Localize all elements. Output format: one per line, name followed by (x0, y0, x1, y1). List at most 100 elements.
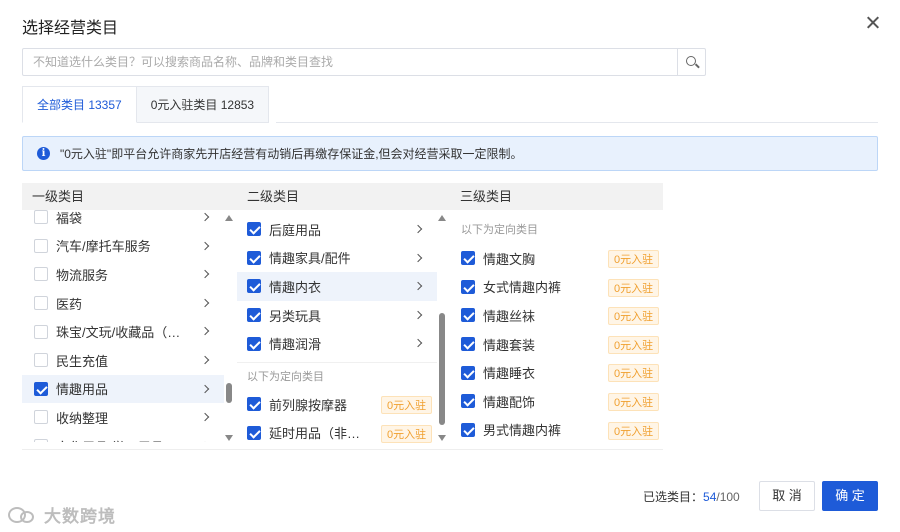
level3-item[interactable]: 女式情趣内裤 0元入驻 (450, 273, 663, 302)
chevron-right-icon[interactable] (200, 241, 210, 250)
category-checkbox[interactable] (247, 397, 261, 412)
level2-directed-item[interactable]: 前列腺按摩器 0元入驻 (237, 390, 437, 419)
category-checkbox[interactable] (247, 250, 261, 265)
chevron-right-icon[interactable] (200, 298, 210, 308)
category-checkbox[interactable] (461, 251, 475, 266)
category-checkbox[interactable] (461, 337, 475, 352)
cancel-button[interactable]: 取 消 (759, 481, 815, 511)
watermark-text: 大数跨境 (44, 507, 116, 526)
category-label: 情趣文胸 (483, 251, 536, 267)
category-checkbox[interactable] (34, 353, 48, 368)
category-checkbox[interactable] (34, 410, 48, 425)
level1-item[interactable]: 福袋 (22, 203, 224, 232)
level2-item[interactable]: 后庭用品 (237, 215, 437, 244)
level3-item[interactable]: 情趣文胸 0元入驻 (450, 244, 663, 273)
category-checkbox[interactable] (247, 279, 261, 294)
level2-scrollbar[interactable] (437, 210, 447, 449)
level3-list: 以下为定向类目 情趣文胸 0元入驻 女式情趣内裤 0元入驻 情趣丝袜 0元入驻 情趣套装 0元入… (450, 216, 663, 455)
category-checkbox[interactable] (247, 425, 261, 440)
category-label: 民生充值 (56, 353, 109, 369)
category-checkbox[interactable] (461, 279, 475, 294)
category-checkbox[interactable] (34, 296, 48, 311)
zero-deposit-badge: 0元入驻 (381, 395, 433, 414)
columns-divider (22, 449, 663, 450)
level1-item[interactable]: 珠宝/文玩/收藏品（定... (22, 317, 224, 346)
category-label: 情趣套装 (483, 337, 536, 353)
zero-deposit-badge: 0元入驻 (608, 250, 660, 268)
level2-item[interactable]: 情趣内衣 (237, 272, 437, 301)
scroll-down-icon[interactable] (225, 435, 233, 441)
category-checkbox[interactable] (34, 381, 48, 396)
category-checkbox[interactable] (247, 222, 261, 237)
category-label: 情趣家具/配件 (269, 251, 351, 267)
category-label: 延时用品（非药... (269, 426, 369, 442)
level1-item[interactable]: 汽车/摩托车服务 (22, 232, 224, 261)
confirm-button[interactable]: 确 定 (822, 481, 878, 511)
category-label: 汽车/摩托车服务 (56, 239, 151, 255)
selected-total: /100 (716, 490, 740, 504)
level1-item[interactable]: 物流服务 (22, 260, 224, 289)
chevron-right-icon[interactable] (413, 281, 423, 291)
selected-number: 54 (703, 490, 717, 504)
level3-item[interactable]: 情趣睡衣 0元入驻 (450, 358, 663, 387)
category-checkbox[interactable] (461, 394, 475, 409)
category-checkbox[interactable] (34, 439, 48, 442)
level3-item[interactable]: 情趣套装 0元入驻 (450, 330, 663, 359)
category-checkbox[interactable] (34, 210, 48, 225)
category-checkbox[interactable] (34, 267, 48, 282)
tab-zero-deposit-categories[interactable]: 0元入驻类目 12853 (136, 86, 270, 123)
zero-deposit-badge: 0元入驻 (608, 392, 660, 411)
level3-item[interactable]: 情趣配饰 0元入驻 (450, 387, 663, 416)
scroll-down-icon[interactable] (438, 435, 446, 441)
category-label: 情趣润滑 (269, 337, 322, 353)
chevron-right-icon[interactable] (413, 310, 423, 320)
category-checkbox[interactable] (247, 308, 261, 323)
scroll-thumb[interactable] (226, 383, 232, 403)
chevron-right-icon[interactable] (200, 384, 210, 393)
category-checkbox[interactable] (34, 324, 48, 339)
level2-directed-item[interactable]: 延时用品（非药... 0元入驻 (237, 419, 437, 448)
level2-header: 二级类目 (237, 183, 450, 210)
tab-all-categories[interactable]: 全部类目 13357 (22, 86, 137, 123)
notice-text: "0元入驻"即平台允许商家先开店经营有动销后再缴存保证金,但会对经营采取一定限制… (60, 147, 523, 161)
category-checkbox[interactable] (34, 238, 48, 253)
category-label: 情趣内衣 (269, 279, 322, 295)
chevron-right-icon[interactable] (200, 412, 210, 422)
level1-scrollbar[interactable] (224, 210, 234, 449)
close-icon[interactable] (862, 12, 884, 34)
scroll-thumb[interactable] (439, 313, 445, 425)
chevron-right-icon[interactable] (200, 212, 210, 222)
chevron-right-icon[interactable] (413, 253, 423, 262)
level1-item[interactable]: 收纳整理 (22, 403, 224, 432)
category-checkbox[interactable] (247, 336, 261, 351)
level2-item[interactable]: 另类玩具 (237, 301, 437, 330)
level1-item[interactable]: 情趣用品 (22, 374, 224, 404)
level3-item[interactable]: 男式情趣内裤 0元入驻 (450, 416, 663, 445)
level1-item[interactable]: 文化用品/学习用具 (22, 432, 224, 442)
chevron-right-icon[interactable] (200, 327, 210, 336)
search-input[interactable] (23, 49, 677, 75)
category-label: 文化用品/学习用具 (56, 437, 164, 442)
category-checkbox[interactable] (461, 422, 475, 437)
zero-deposit-badge: 0元入驻 (608, 307, 660, 326)
category-label: 后庭用品 (269, 222, 322, 238)
tabs-divider (276, 122, 878, 123)
chevron-right-icon[interactable] (200, 355, 210, 365)
category-checkbox[interactable] (461, 365, 475, 380)
level3-item[interactable]: 情趣丝袜 0元入驻 (450, 301, 663, 330)
chevron-right-icon[interactable] (413, 339, 423, 348)
zero-deposit-badge: 0元入驻 (381, 424, 433, 443)
chevron-right-icon[interactable] (413, 224, 423, 234)
scroll-up-icon[interactable] (438, 215, 446, 221)
level1-item[interactable]: 医药 (22, 289, 224, 318)
watermark-logo-icon (8, 505, 38, 525)
level2-item[interactable]: 情趣家具/配件 (237, 244, 437, 273)
level1-item[interactable]: 民生充值 (22, 346, 224, 375)
category-checkbox[interactable] (461, 308, 475, 323)
watermark: 大数跨境 (8, 502, 116, 527)
search-button[interactable] (677, 49, 705, 75)
scroll-up-icon[interactable] (225, 215, 233, 221)
category-label: 收纳整理 (56, 410, 109, 426)
level2-item[interactable]: 情趣润滑 (237, 329, 437, 358)
chevron-right-icon[interactable] (200, 269, 210, 279)
